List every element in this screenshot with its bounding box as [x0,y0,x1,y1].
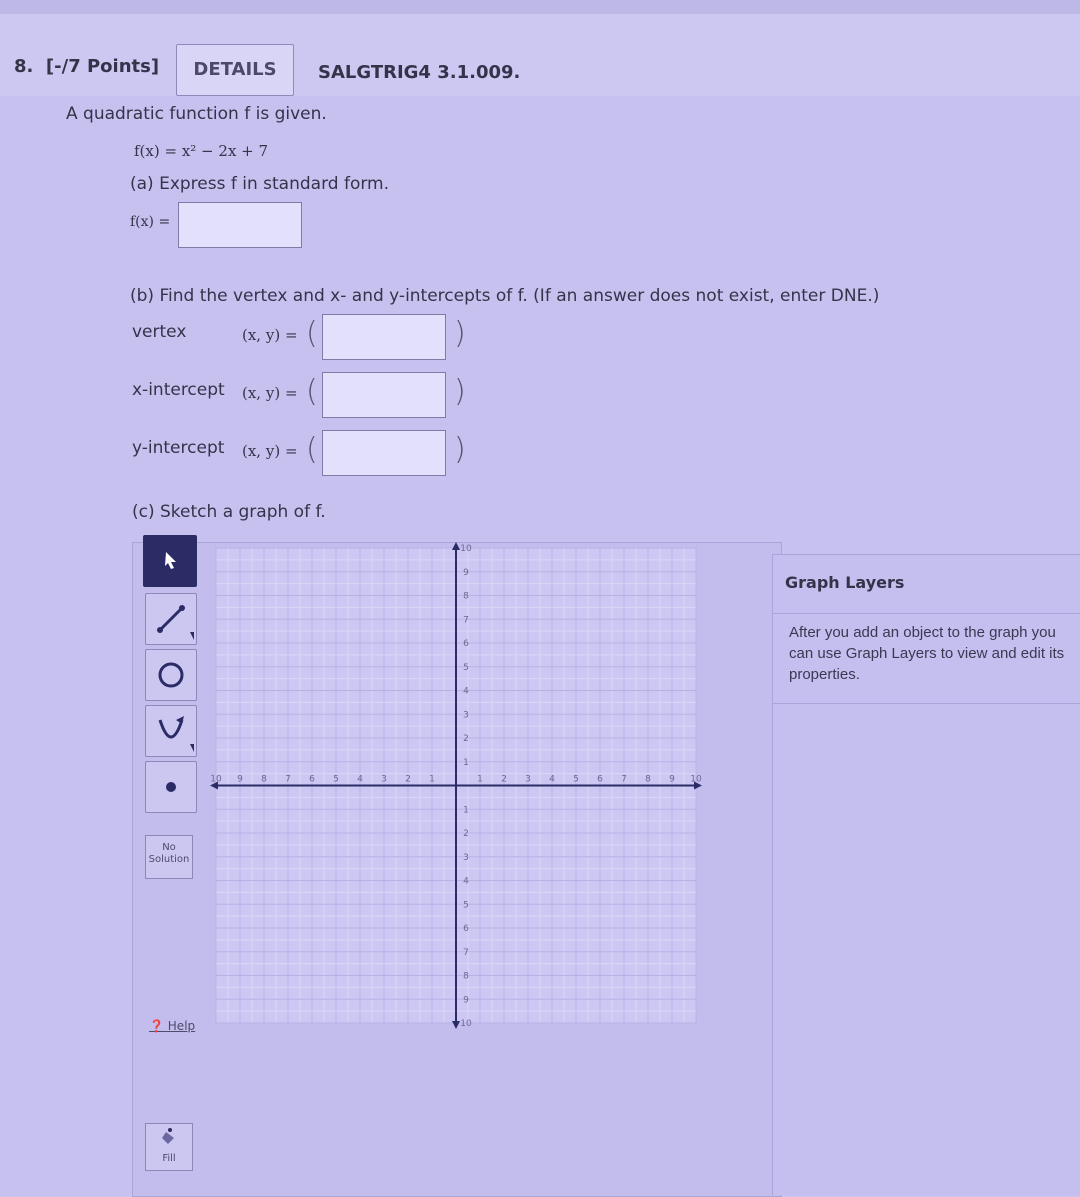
y-intercept-open-paren: ( [306,432,318,467]
graph-layers-header: Graph Layers [773,554,1080,614]
x-intercept-coords-label: (x, y) = [242,384,298,402]
coordinate-graph[interactable]: 10 9 8 7 6 5 4 3 2 1 1 2 3 4 5 6 7 8 9 10109876543211234567… [206,538,706,1033]
y-tick-label: 8 [463,592,469,602]
y-tick-label: 7 [463,948,469,958]
x-tick-label: 8 [261,775,267,785]
vertex-label: vertex [132,322,187,342]
help-link[interactable]: ❓ Help [149,1019,195,1033]
x-tick-label: 10 [210,775,222,785]
problem-intro: A quadratic function f is given. [66,104,327,124]
y-tick-label: 7 [463,615,469,625]
y-tick-label: 2 [463,734,469,744]
question-code: SALGTRIG4 3.1.009. [318,62,521,83]
x-tick-label: 4 [357,775,363,785]
x-intercept-label: x-intercept [132,380,225,400]
part-a-prompt: (a) Express f in standard form. [130,174,390,194]
y-tick-label: 3 [463,710,469,720]
pointer-tool-button[interactable] [143,535,197,587]
x-tick-label: 2 [501,775,507,785]
function-definition: f(x) = x² − 2x + 7 [134,142,269,160]
y-tick-label: 4 [463,687,469,697]
y-tick-label: 5 [463,900,469,910]
y-tick-label: 9 [463,568,469,578]
parabola-icon [158,716,194,752]
x-tick-label: 7 [285,775,291,785]
vertex-input[interactable] [322,314,446,360]
x-tick-label: 8 [645,775,651,785]
part-b-prompt: (b) Find the vertex and x- and y-interce… [130,286,880,306]
y-axis-arrow-up [452,542,460,550]
y-tick-label: 4 [463,877,469,887]
x-tick-label: 5 [573,775,579,785]
y-tick-label: 5 [463,663,469,673]
y-axis-arrow-down [452,1021,460,1029]
paint-bucket-icon [162,1128,174,1144]
line-tool-button[interactable] [145,593,197,645]
y-tick-label: 1 [463,758,469,768]
y-intercept-input[interactable] [322,430,446,476]
fill-label: Fill [162,1153,176,1164]
y-tick-label: 3 [463,853,469,863]
y-tick-label: 10 [460,544,472,554]
y-intercept-label: y-intercept [132,438,225,458]
point-tool-button[interactable] [145,761,197,813]
x-tick-label: 6 [597,775,603,785]
no-solution-line2: Solution [148,854,190,865]
y-tick-label: 8 [463,972,469,982]
vertex-close-paren: ) [454,316,466,351]
details-button[interactable]: DETAILS [176,44,294,96]
x-intercept-open-paren: ( [306,374,318,409]
x-tick-label: 7 [621,775,627,785]
x-tick-label: 5 [333,775,339,785]
no-solution-button[interactable]: No Solution [145,835,193,879]
y-tick-label: 1 [463,805,469,815]
help-icon: ❓ [149,1019,164,1033]
x-tick-label: 9 [237,775,243,785]
x-tick-label: 1 [477,775,483,785]
y-tick-label: 6 [463,639,469,649]
question-number: 8. [-/7 Points] [14,56,160,77]
y-tick-label: 10 [460,1019,472,1029]
x-tick-label: 1 [429,775,435,785]
graph-layers-info: After you add an object to the graph you… [773,612,1080,704]
y-intercept-close-paren: ) [454,432,466,467]
parabola-tool-button[interactable] [145,705,197,757]
part-a-label: f(x) = [130,214,171,230]
top-band [0,0,1080,14]
x-tick-label: 6 [309,775,315,785]
x-tick-label: 10 [690,775,702,785]
vertex-coords-label: (x, y) = [242,326,298,344]
circle-tool-button[interactable] [145,649,197,701]
graph-layers-title: Graph Layers [785,573,905,592]
fill-tool-button[interactable]: Fill [145,1123,193,1171]
x-tick-label: 2 [405,775,411,785]
part-c-prompt: (c) Sketch a graph of f. [132,502,326,522]
y-tick-label: 9 [463,995,469,1005]
circle-icon [158,662,184,688]
x-tick-label: 4 [549,775,555,785]
x-intercept-input[interactable] [322,372,446,418]
vertex-open-paren: ( [306,316,318,351]
line-segment-icon [157,605,194,640]
x-intercept-close-paren: ) [454,374,466,409]
standard-form-input[interactable] [178,202,302,248]
x-tick-label: 9 [669,775,675,785]
y-intercept-coords-label: (x, y) = [242,442,298,460]
no-solution-line1: No [162,842,176,853]
graph-layers-panel: Graph Layers After you add an object to … [772,554,1080,1195]
x-tick-label: 3 [525,775,531,785]
y-tick-label: 6 [463,924,469,934]
pointer-icon [165,552,176,569]
y-tick-label: 2 [463,829,469,839]
point-icon [166,782,176,792]
question-header: 8. [-/7 Points] DETAILS SALGTRIG4 3.1.00… [0,14,1080,97]
x-tick-label: 3 [381,775,387,785]
help-label: Help [167,1019,196,1033]
